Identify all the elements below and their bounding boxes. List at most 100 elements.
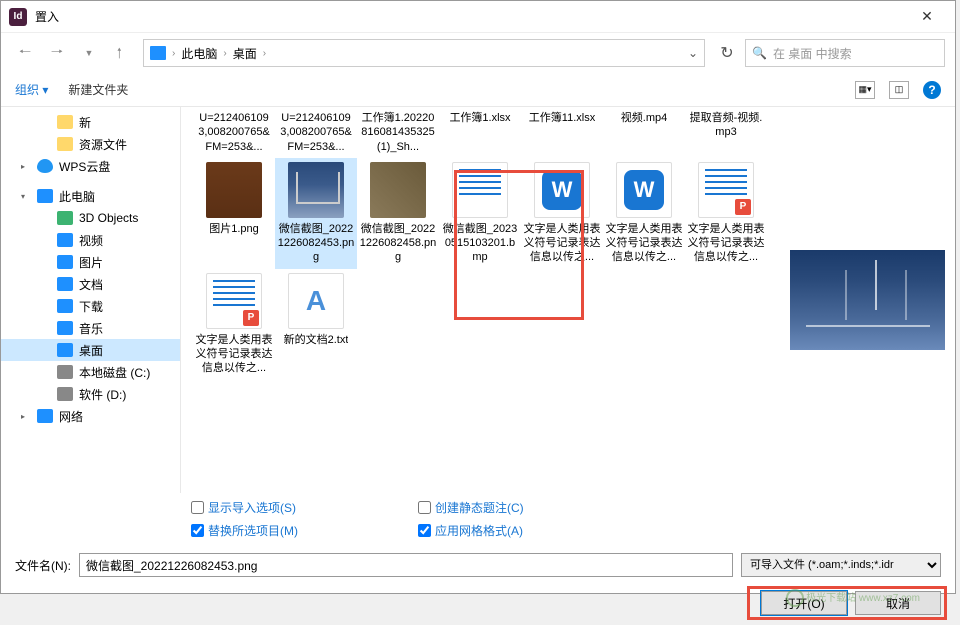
file-item[interactable]: 文字是人类用表义符号记录表达信息以传之...: [521, 158, 603, 269]
sidebar-item[interactable]: 3D Objects: [1, 207, 180, 229]
search-icon: 🔍: [752, 46, 767, 60]
import-options: 显示导入选项(S) 替换所选项目(M) 创建静态题注(C) 应用网格格式(A): [1, 493, 955, 545]
file-item[interactable]: P文字是人类用表义符号记录表达信息以传之...: [685, 158, 767, 269]
img-icon: [57, 255, 73, 269]
file-item[interactable]: 工作簿1.20220816081435325(1)_Sh...: [357, 111, 439, 158]
static-caption-checkbox[interactable]: 创建静态题注(C): [418, 499, 524, 516]
sidebar-item[interactable]: 新: [1, 111, 180, 133]
sidebar-item[interactable]: 文档: [1, 273, 180, 295]
organize-menu[interactable]: 组织 ▾: [15, 81, 48, 98]
file-grid[interactable]: U=2124061093,008200765&FM=253&...U=21240…: [181, 107, 780, 493]
sidebar-item[interactable]: ▸网络: [1, 405, 180, 427]
sidebar-item-label: 图片: [79, 254, 103, 271]
preview-image: [790, 250, 945, 350]
search-placeholder: 在 桌面 中搜索: [773, 45, 852, 62]
sidebar-item[interactable]: 下载: [1, 295, 180, 317]
file-item[interactable]: 微信截图_20221226082458.png: [357, 158, 439, 269]
titlebar: Id 置入 ✕: [1, 1, 955, 33]
help-button[interactable]: ?: [923, 81, 941, 99]
file-label: 工作簿11.xlsx: [529, 111, 595, 125]
new-folder-button[interactable]: 新建文件夹: [68, 81, 128, 98]
obj-icon: [57, 211, 73, 225]
breadcrumb-seg[interactable]: 此电脑: [181, 45, 217, 62]
file-label: 文字是人类用表义符号记录表达信息以传之...: [687, 222, 765, 265]
sidebar-item[interactable]: 桌面: [1, 339, 180, 361]
filename-row: 文件名(N): 可导入文件 (*.oam;*.inds;*.idr: [1, 545, 955, 585]
file-label: 提取音频-视频.mp3: [687, 111, 765, 140]
file-item[interactable]: 图片1.png: [193, 158, 275, 269]
sidebar-item-label: 资源文件: [79, 136, 127, 153]
file-item[interactable]: P文字是人类用表义符号记录表达信息以传之...: [193, 269, 275, 380]
file-label: 微信截图_20230515103201.bmp: [441, 222, 519, 265]
sidebar-item[interactable]: 软件 (D:): [1, 383, 180, 405]
file-item[interactable]: 微信截图_20221226082453.png: [275, 158, 357, 269]
filename-input[interactable]: [79, 553, 733, 577]
file-label: U=2124061093,008200765&FM=253&...: [195, 111, 273, 154]
file-item[interactable]: 提取音频-视频.mp3: [685, 111, 767, 158]
net-icon: [37, 409, 53, 423]
doc-icon: [57, 277, 73, 291]
cancel-button[interactable]: 取消: [855, 591, 941, 615]
sidebar-item[interactable]: 音乐: [1, 317, 180, 339]
show-import-options-checkbox[interactable]: 显示导入选项(S): [191, 499, 298, 516]
file-label: 文字是人类用表义符号记录表达信息以传之...: [523, 222, 601, 265]
disk-icon: [57, 387, 73, 401]
preview-pane-button[interactable]: ◫: [889, 81, 909, 99]
disk-icon: [57, 365, 73, 379]
file-label: 微信截图_20221226082458.png: [359, 222, 437, 265]
file-label: 新的文档2.txt: [284, 333, 349, 347]
vid-icon: [57, 233, 73, 247]
sidebar-item-label: 文档: [79, 276, 103, 293]
chevron-right-icon: ›: [172, 48, 175, 59]
sidebar-item[interactable]: 视频: [1, 229, 180, 251]
replace-selected-checkbox[interactable]: 替换所选项目(M): [191, 522, 298, 539]
pc-icon: [150, 46, 166, 60]
breadcrumb[interactable]: › 此电脑 › 桌面 › ⌄: [143, 39, 705, 67]
sidebar-item-label: 下载: [79, 298, 103, 315]
search-input[interactable]: 🔍 在 桌面 中搜索: [745, 39, 945, 67]
file-item[interactable]: 文字是人类用表义符号记录表达信息以传之...: [603, 158, 685, 269]
sidebar-item-label: WPS云盘: [59, 158, 110, 175]
file-item[interactable]: 新的文档2.txt: [275, 269, 357, 380]
sidebar-item[interactable]: 本地磁盘 (C:): [1, 361, 180, 383]
file-item[interactable]: 工作簿11.xlsx: [521, 111, 603, 158]
dialog-buttons: 极光下载站 www.xz7.com 打开(O) 取消: [1, 585, 955, 625]
dl-icon: [57, 299, 73, 313]
open-button[interactable]: 打开(O): [761, 591, 847, 615]
content: U=2124061093,008200765&FM=253&...U=21240…: [181, 107, 955, 493]
file-type-filter[interactable]: 可导入文件 (*.oam;*.inds;*.idr: [741, 553, 941, 577]
sidebar-item[interactable]: ▾此电脑: [1, 185, 180, 207]
file-label: 微信截图_20221226082453.png: [277, 222, 355, 265]
sidebar-item[interactable]: ▸WPS云盘: [1, 155, 180, 177]
file-label: 图片1.png: [209, 222, 259, 236]
back-button[interactable]: 🠐: [11, 39, 39, 67]
chevron-down-icon[interactable]: ⌄: [688, 46, 698, 60]
file-label: 工作簿1.xlsx: [449, 111, 510, 125]
file-label: 工作簿1.20220816081435325(1)_Sh...: [359, 111, 437, 154]
chevron-right-icon: ›: [263, 48, 266, 59]
file-item[interactable]: U=2124061093,008200765&FM=253&...: [275, 111, 357, 158]
file-thumbnail: P: [206, 273, 262, 329]
file-item[interactable]: 微信截图_20230515103201.bmp: [439, 158, 521, 269]
file-item[interactable]: U=2124061093,008200765&FM=253&...: [193, 111, 275, 158]
filename-label: 文件名(N):: [15, 557, 71, 574]
file-thumbnail: [616, 162, 672, 218]
close-button[interactable]: ✕: [907, 8, 947, 25]
recent-dropdown[interactable]: ▼: [75, 39, 103, 67]
refresh-button[interactable]: ↻: [713, 39, 741, 67]
file-label: 视频.mp4: [621, 111, 667, 125]
sidebar-item[interactable]: 资源文件: [1, 133, 180, 155]
view-mode-button[interactable]: ▦▾: [855, 81, 875, 99]
breadcrumb-seg[interactable]: 桌面: [233, 45, 257, 62]
sidebar-item[interactable]: 图片: [1, 251, 180, 273]
up-button[interactable]: 🠒: [107, 39, 135, 67]
folder-icon: [57, 137, 73, 151]
toolbar: 组织 ▾ 新建文件夹 ▦▾ ◫ ?: [1, 73, 955, 107]
file-item[interactable]: 工作簿1.xlsx: [439, 111, 521, 158]
file-item[interactable]: 视频.mp4: [603, 111, 685, 158]
grid-format-checkbox[interactable]: 应用网格格式(A): [418, 522, 524, 539]
cloud-icon: [37, 159, 53, 173]
preview-pane: [780, 107, 955, 493]
chevron-right-icon: ›: [223, 48, 226, 59]
file-thumbnail: [288, 273, 344, 329]
